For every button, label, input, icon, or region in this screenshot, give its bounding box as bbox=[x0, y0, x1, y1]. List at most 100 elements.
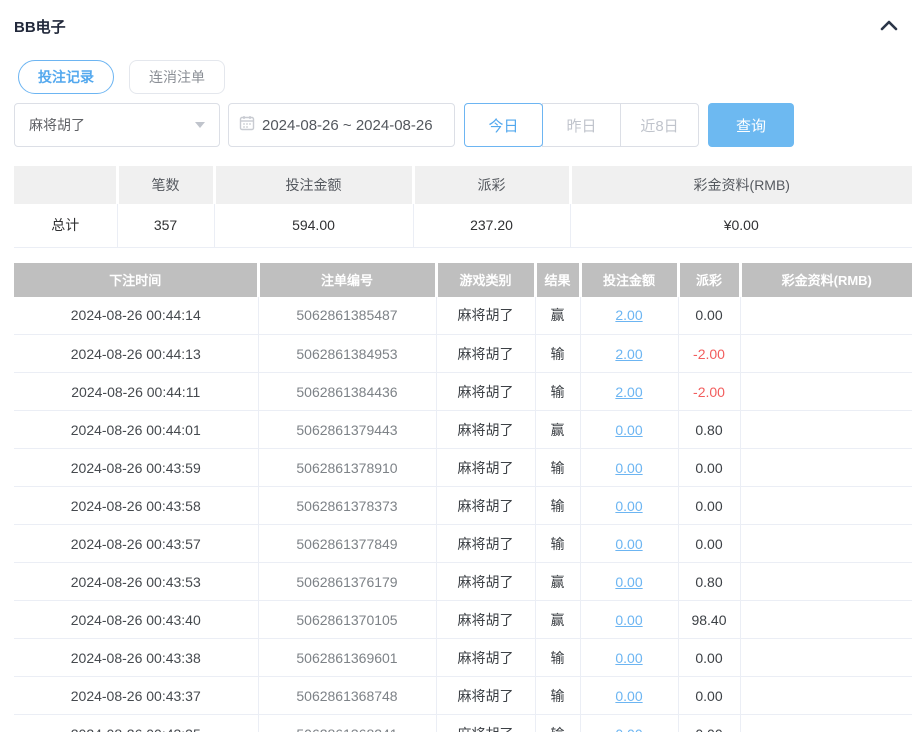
payout: 0.00 bbox=[678, 449, 740, 487]
result: 输 bbox=[535, 525, 580, 563]
payout: -2.00 bbox=[678, 373, 740, 411]
bet-time: 2024-08-26 00:43:35 bbox=[14, 715, 258, 732]
bet-time: 2024-08-26 00:44:13 bbox=[14, 335, 258, 373]
column-header: 彩金资料(RMB) bbox=[740, 263, 912, 297]
table-row: 2024-08-26 00:43:535062861376179麻将胡了赢0.0… bbox=[14, 563, 912, 601]
bet-amount: 0.00 bbox=[580, 677, 678, 715]
column-header: 下注时间 bbox=[14, 263, 258, 297]
column-header: 投注金额 bbox=[580, 263, 678, 297]
bet-amount-link[interactable]: 0.00 bbox=[615, 460, 642, 476]
filter-toolbar: 麻将胡了 2024-08-26 ~ 2024-08-26 今日 昨日 近8日 查… bbox=[14, 103, 912, 147]
order-number: 5062861369601 bbox=[258, 639, 436, 677]
payout: 0.00 bbox=[678, 715, 740, 732]
bet-time: 2024-08-26 00:43:53 bbox=[14, 563, 258, 601]
bet-time: 2024-08-26 00:44:01 bbox=[14, 411, 258, 449]
order-number: 5062861378910 bbox=[258, 449, 436, 487]
bet-amount-link[interactable]: 2.00 bbox=[615, 346, 642, 362]
order-number: 5062861384436 bbox=[258, 373, 436, 411]
order-number: 5062861379443 bbox=[258, 411, 436, 449]
bet-amount-link[interactable]: 0.00 bbox=[615, 574, 642, 590]
order-number: 5062861377849 bbox=[258, 525, 436, 563]
result: 输 bbox=[535, 677, 580, 715]
order-number: 5062861370105 bbox=[258, 601, 436, 639]
bet-amount-link[interactable]: 0.00 bbox=[615, 498, 642, 514]
tab-bet-records[interactable]: 投注记录 bbox=[18, 60, 114, 94]
table-row: 2024-08-26 00:44:135062861384953麻将胡了输2.0… bbox=[14, 335, 912, 373]
bonus bbox=[740, 373, 912, 411]
chevron-down-icon bbox=[195, 122, 205, 128]
table-row: 2024-08-26 00:44:015062861379443麻将胡了赢0.0… bbox=[14, 411, 912, 449]
column-header: 派彩 bbox=[413, 166, 570, 204]
table-row: 2024-08-26 00:44:145062861385487麻将胡了赢2.0… bbox=[14, 297, 912, 335]
summary-bet-amount: 594.00 bbox=[214, 204, 413, 247]
table-row: 2024-08-26 00:43:355062861368241麻将胡了输0.0… bbox=[14, 715, 912, 732]
summary-header-row: 笔数投注金额派彩彩金资料(RMB) bbox=[14, 166, 912, 204]
bet-amount: 2.00 bbox=[580, 297, 678, 335]
record-tabs: 投注记录 连消注单 bbox=[18, 60, 912, 94]
last-8-days-button[interactable]: 近8日 bbox=[620, 103, 699, 147]
collapse-panel-button[interactable] bbox=[878, 15, 900, 37]
tab-cancelled-orders[interactable]: 连消注单 bbox=[129, 60, 225, 94]
result: 输 bbox=[535, 335, 580, 373]
panel-title: BB电子 bbox=[14, 16, 66, 37]
bonus bbox=[740, 411, 912, 449]
game-type: 麻将胡了 bbox=[436, 373, 535, 411]
result: 输 bbox=[535, 639, 580, 677]
bet-amount: 2.00 bbox=[580, 335, 678, 373]
payout: 0.00 bbox=[678, 297, 740, 335]
bet-amount-link[interactable]: 2.00 bbox=[615, 307, 642, 323]
table-row: 2024-08-26 00:43:585062861378373麻将胡了输0.0… bbox=[14, 487, 912, 525]
bet-amount-link[interactable]: 0.00 bbox=[615, 650, 642, 666]
bet-records-panel: BB电子 投注记录 连消注单 麻将胡了 2024-08-26 ~ 2024-08… bbox=[0, 0, 912, 732]
game-type: 麻将胡了 bbox=[436, 449, 535, 487]
date-range-picker[interactable]: 2024-08-26 ~ 2024-08-26 bbox=[228, 103, 455, 147]
bonus bbox=[740, 525, 912, 563]
column-header: 注单编号 bbox=[258, 263, 436, 297]
bonus bbox=[740, 639, 912, 677]
bet-amount-link[interactable]: 2.00 bbox=[615, 384, 642, 400]
bet-amount: 0.00 bbox=[580, 525, 678, 563]
summary-bonus: ¥0.00 bbox=[570, 204, 912, 247]
bet-amount-link[interactable]: 0.00 bbox=[615, 422, 642, 438]
yesterday-button[interactable]: 昨日 bbox=[542, 103, 621, 147]
bonus bbox=[740, 601, 912, 639]
bonus bbox=[740, 335, 912, 373]
bet-time: 2024-08-26 00:43:59 bbox=[14, 449, 258, 487]
quick-range-group: 今日 昨日 近8日 bbox=[464, 103, 699, 147]
order-number: 5062861385487 bbox=[258, 297, 436, 335]
bet-amount-link[interactable]: 0.00 bbox=[615, 612, 642, 628]
bonus bbox=[740, 715, 912, 732]
table-row: 2024-08-26 00:43:595062861378910麻将胡了输0.0… bbox=[14, 449, 912, 487]
result: 赢 bbox=[535, 601, 580, 639]
game-type: 麻将胡了 bbox=[436, 563, 535, 601]
order-number: 5062861368241 bbox=[258, 715, 436, 732]
table-row: 2024-08-26 00:43:385062861369601麻将胡了输0.0… bbox=[14, 639, 912, 677]
payout: 0.00 bbox=[678, 487, 740, 525]
bet-time: 2024-08-26 00:43:38 bbox=[14, 639, 258, 677]
bonus bbox=[740, 677, 912, 715]
today-button[interactable]: 今日 bbox=[464, 103, 543, 147]
column-header: 结果 bbox=[535, 263, 580, 297]
payout: 98.40 bbox=[678, 601, 740, 639]
bet-amount-link[interactable]: 0.00 bbox=[615, 536, 642, 552]
chevron-up-icon bbox=[880, 19, 898, 34]
summary-total-label: 总计 bbox=[14, 204, 117, 247]
summary-count: 357 bbox=[117, 204, 214, 247]
game-type: 麻将胡了 bbox=[436, 411, 535, 449]
game-select[interactable]: 麻将胡了 bbox=[14, 103, 220, 147]
payout: -2.00 bbox=[678, 335, 740, 373]
bet-amount-link[interactable]: 0.00 bbox=[615, 726, 642, 732]
column-header: 彩金资料(RMB) bbox=[570, 166, 912, 204]
bet-amount: 0.00 bbox=[580, 411, 678, 449]
result: 输 bbox=[535, 487, 580, 525]
summary-total-row: 总计 357 594.00 237.20 ¥0.00 bbox=[14, 204, 912, 247]
column-header: 笔数 bbox=[117, 166, 214, 204]
query-button[interactable]: 查询 bbox=[708, 103, 794, 147]
payout: 0.80 bbox=[678, 411, 740, 449]
bet-amount: 0.00 bbox=[580, 639, 678, 677]
game-type: 麻将胡了 bbox=[436, 677, 535, 715]
result: 赢 bbox=[535, 563, 580, 601]
bet-amount: 0.00 bbox=[580, 449, 678, 487]
bet-amount-link[interactable]: 0.00 bbox=[615, 688, 642, 704]
table-row: 2024-08-26 00:43:405062861370105麻将胡了赢0.0… bbox=[14, 601, 912, 639]
